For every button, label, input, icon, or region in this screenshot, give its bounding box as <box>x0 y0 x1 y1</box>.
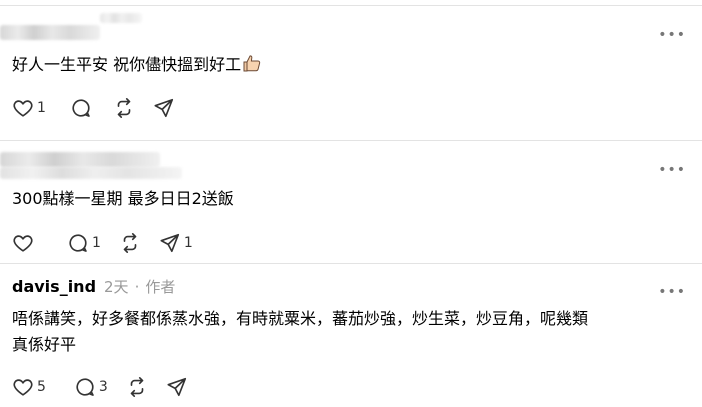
reply-button[interactable]: 1 <box>67 232 101 254</box>
comment-icon <box>76 378 94 396</box>
username-link[interactable]: davis_ind <box>12 277 96 296</box>
author-badge: 作者 <box>145 278 176 296</box>
share-button[interactable]: 1 <box>159 232 193 254</box>
repost-button[interactable] <box>113 97 135 119</box>
comment-text-line-1: 唔係講笑，好多餐都係蒸水強，有時就粟米，蕃茄炒強，炒生菜，炒豆角，呢幾類 <box>12 309 589 328</box>
reply-count: 3 <box>98 379 108 395</box>
share-button[interactable] <box>166 376 188 398</box>
heart-icon <box>13 379 33 396</box>
comment-text-line-2: 真係好平 <box>12 335 77 354</box>
heart-icon <box>13 100 33 117</box>
like-button[interactable] <box>12 232 37 254</box>
share-icon <box>154 98 173 118</box>
comment-text: 300點樣一星期 最多日日2送飯 <box>12 189 234 208</box>
heart-icon <box>13 235 33 252</box>
repost-icon <box>117 98 131 118</box>
comment-header: davis_ind 2天 · 作者 <box>12 276 175 297</box>
repost-icon <box>123 233 137 253</box>
comment-icon <box>72 99 90 117</box>
repost-button[interactable] <box>119 232 141 254</box>
share-button[interactable] <box>153 97 175 119</box>
like-button[interactable]: 5 <box>12 376 46 398</box>
reply-count: 1 <box>92 235 101 251</box>
username-blurred <box>0 152 160 167</box>
repost-icon <box>130 377 144 397</box>
share-icon <box>160 233 179 253</box>
thumbs-up-icon <box>242 53 262 81</box>
comment-text-content: 好人一生平安 祝你儘快搵到好工 <box>12 55 242 74</box>
share-icon <box>167 377 186 397</box>
divider <box>0 140 702 141</box>
divider <box>0 263 702 264</box>
more-options-button[interactable]: ••• <box>658 28 686 42</box>
more-options-button[interactable]: ••• <box>658 163 686 177</box>
reply-button[interactable] <box>70 97 95 119</box>
repost-button[interactable] <box>126 376 148 398</box>
comment-icon <box>69 234 87 252</box>
share-count: 1 <box>183 235 193 251</box>
meta-separator: · <box>134 278 140 296</box>
like-button[interactable]: 1 <box>12 97 46 119</box>
username-blurred-row2 <box>0 167 182 179</box>
username-blurred-tail <box>100 13 142 23</box>
comment-text: 好人一生平安 祝你儘快搵到好工 <box>12 51 262 81</box>
like-count: 5 <box>37 379 46 395</box>
comment-actions: 1 1 <box>12 231 211 255</box>
comment-actions: 1 <box>12 96 193 120</box>
comment-actions: 5 3 <box>12 375 206 399</box>
username-blurred <box>0 25 100 40</box>
more-options-button[interactable]: ••• <box>658 285 686 299</box>
like-count: 1 <box>37 100 46 116</box>
divider-top <box>0 5 702 6</box>
timestamp: 2天 <box>104 278 129 296</box>
reply-button[interactable]: 3 <box>74 376 108 398</box>
